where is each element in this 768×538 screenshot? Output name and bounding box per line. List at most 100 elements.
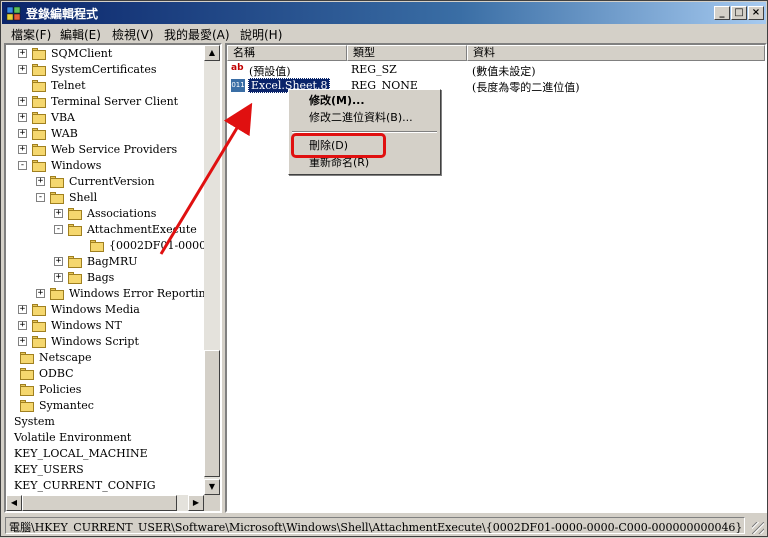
- close-button[interactable]: ×: [748, 6, 764, 20]
- tree-item-label: Associations: [87, 207, 157, 220]
- collapse-icon[interactable]: -: [18, 161, 27, 170]
- value-data: (長度為零的二進位值): [472, 81, 580, 94]
- minimize-button[interactable]: _: [714, 6, 730, 20]
- tree-item[interactable]: + VBA: [6, 110, 202, 126]
- tree-item-label: KEY_USERS: [14, 463, 84, 476]
- folder-icon: [50, 288, 64, 300]
- tree-item[interactable]: + Windows NT: [6, 318, 202, 334]
- folder-icon: [32, 80, 46, 92]
- tree-item[interactable]: ODBC: [6, 366, 202, 382]
- tree-item[interactable]: - AttachmentExecute: [6, 222, 202, 238]
- tree-item[interactable]: System: [6, 414, 202, 430]
- tree-item[interactable]: + Bags: [6, 270, 202, 286]
- collapse-icon[interactable]: -: [54, 225, 63, 234]
- expand-icon[interactable]: +: [36, 289, 45, 298]
- tree-item[interactable]: + Windows Media: [6, 302, 202, 318]
- tree-item[interactable]: KEY_LOCAL_MACHINE: [6, 446, 202, 462]
- expand-icon[interactable]: +: [18, 337, 27, 346]
- tree-item[interactable]: Policies: [6, 382, 202, 398]
- tree-item[interactable]: + BagMRU: [6, 254, 202, 270]
- folder-icon: [68, 272, 82, 284]
- tree-vscroll-thumb[interactable]: [204, 350, 220, 477]
- folder-icon: [32, 96, 46, 108]
- binary-value-icon: 011: [231, 79, 245, 92]
- tree-item[interactable]: - Windows: [6, 158, 202, 174]
- scroll-right-icon[interactable]: ▶: [188, 495, 204, 511]
- tree-item-label: Telnet: [51, 79, 86, 92]
- maximize-button[interactable]: □: [731, 6, 747, 20]
- tree-item-label: Volatile Environment: [14, 431, 132, 444]
- column-header-name[interactable]: 名稱: [227, 45, 347, 61]
- expand-icon[interactable]: +: [18, 321, 27, 330]
- folder-icon: [32, 64, 46, 76]
- scroll-left-icon[interactable]: ◀: [6, 495, 22, 511]
- tree-hscroll-thumb[interactable]: [22, 495, 177, 511]
- title-bar[interactable]: 登錄編輯程式 _ □ ×: [2, 2, 766, 24]
- tree-item[interactable]: Netscape: [6, 350, 202, 366]
- tree-item[interactable]: + Windows Error Reporting: [6, 286, 213, 302]
- tree-item[interactable]: + Windows Script: [6, 334, 202, 350]
- status-bar: 電腦\HKEY_CURRENT_USER\Software\Microsoft\…: [2, 515, 766, 536]
- tree-item-label: Windows Script: [51, 335, 139, 348]
- tree-item-label: AttachmentExecute: [87, 223, 197, 236]
- menu-file[interactable]: 檔案(F): [11, 26, 51, 43]
- tree-item[interactable]: + Terminal Server Client: [6, 94, 202, 110]
- tree-item[interactable]: Telnet: [6, 78, 202, 94]
- menu-help[interactable]: 說明(H): [240, 26, 282, 43]
- menu-favorites[interactable]: 我的最愛(A): [164, 26, 230, 43]
- tree-item[interactable]: - Shell: [6, 190, 202, 206]
- expand-icon[interactable]: +: [18, 97, 27, 106]
- expand-icon[interactable]: +: [54, 257, 63, 266]
- tree-item[interactable]: + Associations: [6, 206, 202, 222]
- folder-icon: [68, 224, 82, 236]
- tree-item[interactable]: Symantec: [6, 398, 202, 414]
- expand-icon[interactable]: +: [18, 305, 27, 314]
- tree-vertical-scrollbar[interactable]: ▲ ▼: [204, 45, 220, 495]
- tree-item[interactable]: + SystemCertificates: [6, 62, 202, 78]
- folder-icon: [32, 48, 46, 60]
- tree-item-label: Shell: [69, 191, 98, 204]
- folder-icon: [20, 352, 34, 364]
- folder-icon: [50, 192, 64, 204]
- menu-item-modify[interactable]: 修改(M)...: [289, 93, 440, 110]
- tree-horizontal-scrollbar[interactable]: ◀ ▶: [6, 495, 204, 511]
- value-type: REG_SZ: [351, 63, 397, 76]
- column-header-data[interactable]: 資料: [467, 45, 765, 61]
- tree-item[interactable]: Volatile Environment: [6, 430, 202, 446]
- expand-icon[interactable]: +: [18, 65, 27, 74]
- scroll-corner: [204, 495, 220, 511]
- expand-icon[interactable]: +: [18, 113, 27, 122]
- collapse-icon[interactable]: -: [36, 193, 45, 202]
- tree-item[interactable]: {0002DF01-0000-00: [6, 238, 220, 254]
- folder-icon: [50, 176, 64, 188]
- scroll-up-icon[interactable]: ▲: [204, 45, 220, 61]
- value-row[interactable]: ab (預設值) REG_SZ (數值未設定): [227, 62, 765, 78]
- tree-item[interactable]: KEY_CURRENT_CONFIG: [6, 478, 202, 494]
- menu-item-modify-binary[interactable]: 修改二進位資料(B)...: [289, 110, 440, 127]
- resize-grip-icon[interactable]: [752, 522, 764, 534]
- folder-icon: [32, 112, 46, 124]
- expand-icon[interactable]: +: [18, 145, 27, 154]
- expand-icon[interactable]: +: [18, 49, 27, 58]
- key-tree-pane[interactable]: + SQMClient + SystemCertificates Telnet + Term…: [4, 43, 222, 513]
- scroll-down-icon[interactable]: ▼: [204, 479, 220, 495]
- menu-view[interactable]: 檢視(V): [112, 26, 154, 43]
- folder-icon: [20, 400, 34, 412]
- folder-icon: [20, 368, 34, 380]
- expand-icon[interactable]: +: [54, 209, 63, 218]
- tree-item-label: KEY_LOCAL_MACHINE: [14, 447, 148, 460]
- tree-item[interactable]: + Web Service Providers: [6, 142, 202, 158]
- menu-edit[interactable]: 編輯(E): [60, 26, 101, 43]
- tree-item[interactable]: + SQMClient: [6, 46, 202, 62]
- expand-icon[interactable]: +: [18, 129, 27, 138]
- value-name: (預設值): [249, 65, 291, 78]
- expand-icon[interactable]: +: [54, 273, 63, 282]
- tree-item[interactable]: KEY_USERS: [6, 462, 202, 478]
- tree-item[interactable]: + CurrentVersion: [6, 174, 202, 190]
- window-title: 登錄編輯程式: [26, 7, 99, 21]
- column-header-type[interactable]: 類型: [347, 45, 467, 61]
- folder-icon: [32, 128, 46, 140]
- menu-bar: 檔案(F) 編輯(E) 檢視(V) 我的最愛(A) 說明(H): [2, 24, 766, 43]
- tree-item[interactable]: + WAB: [6, 126, 202, 142]
- expand-icon[interactable]: +: [36, 177, 45, 186]
